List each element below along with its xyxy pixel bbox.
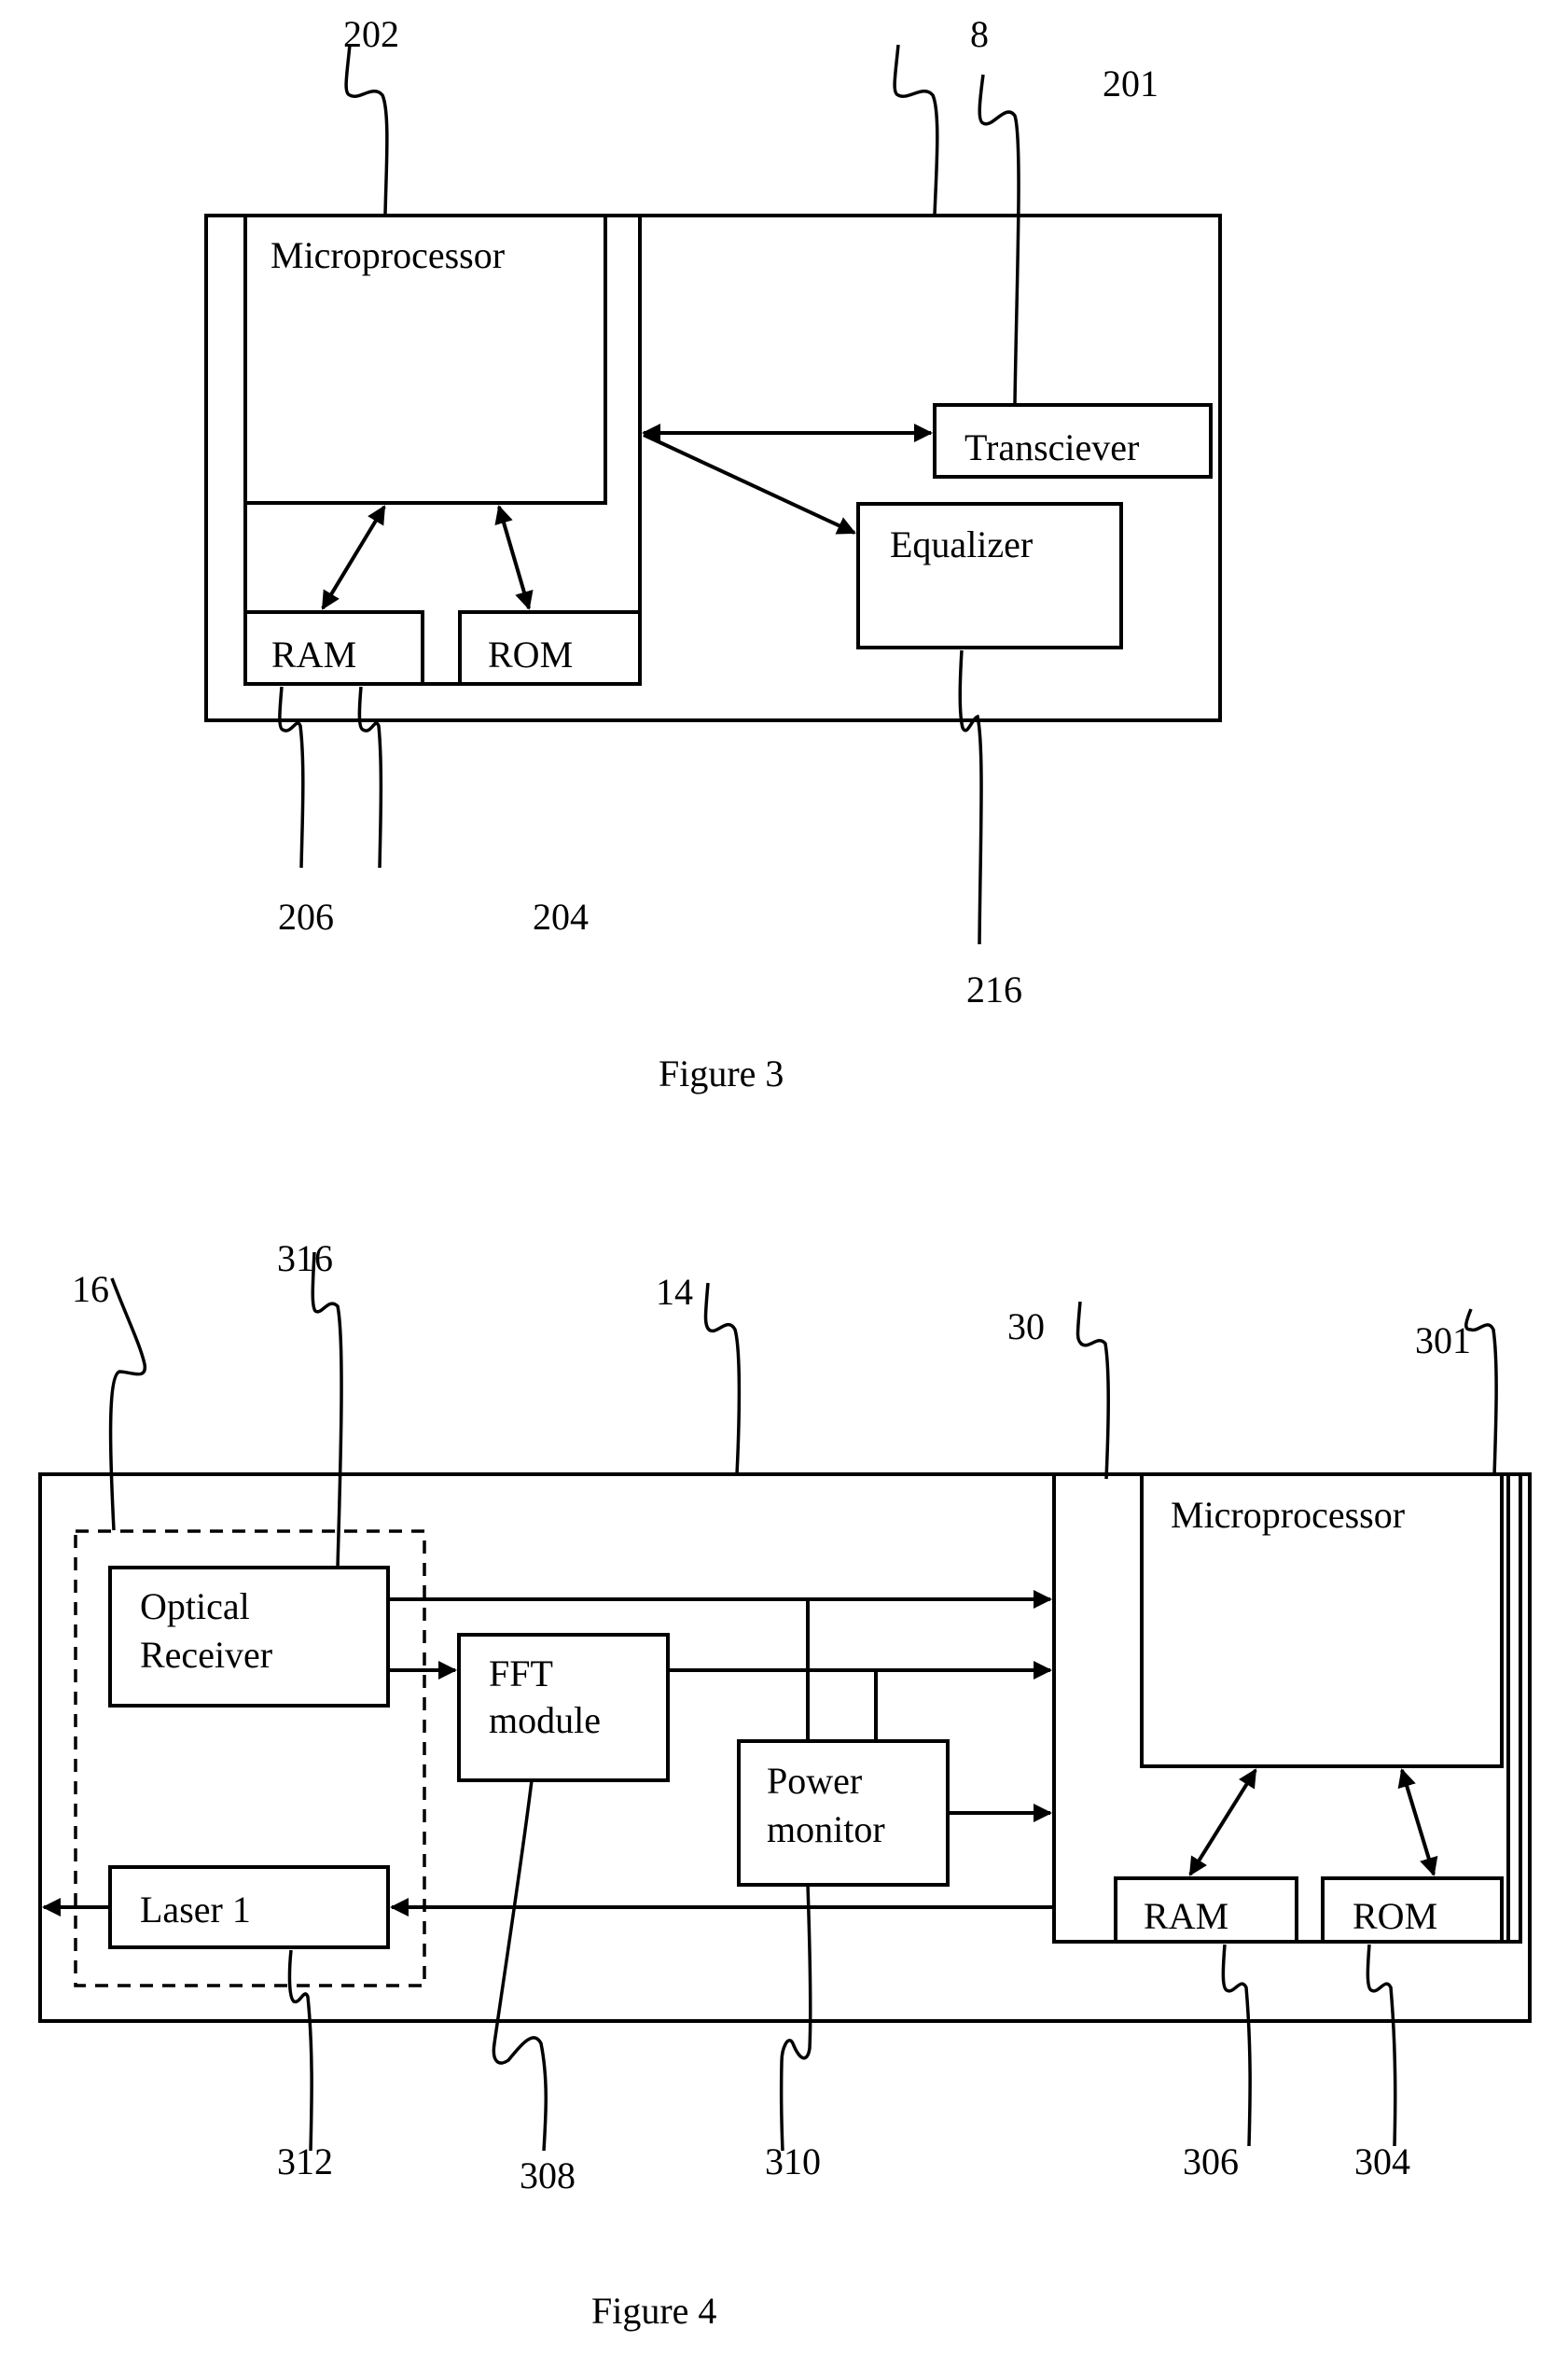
figure-4-caption: Figure 4 [591,2290,716,2332]
leader-14 [703,1282,742,1475]
leader-310 [779,1884,812,2152]
leader-306 [1221,1944,1252,2147]
figure-3: Microprocessor RAM ROM Transciever Equal… [204,13,1222,1094]
power-label-2: monitor [767,1808,885,1850]
ram-microprocessor-arrow [321,505,386,610]
ref-301: 301 [1415,1319,1471,1361]
device-14-outline [38,1472,1532,2023]
ref-201: 201 [1103,63,1159,105]
optical-receiver-label-2: Receiver [140,1634,272,1676]
leader-204 [357,686,383,869]
leader-216 [958,649,983,945]
fft-label-1: FFT [489,1652,553,1694]
rom-label: ROM [488,634,573,676]
ref-306: 306 [1183,2140,1239,2182]
leader-8 [893,44,939,216]
rom-label-4: ROM [1353,1895,1437,1937]
ref-310: 310 [765,2140,821,2182]
rom-microprocessor-arrow [494,505,534,610]
rom-microprocessor-arrow-4 [1397,1768,1438,1876]
leader-312 [287,1949,313,2152]
laser-label: Laser 1 [140,1889,251,1931]
controller-equalizer-arrow [643,433,856,535]
leader-201 [978,74,1020,404]
fft-label-2: module [489,1699,601,1741]
power-label-1: Power [767,1760,862,1802]
ref-204: 204 [533,896,589,938]
microprocessor-label: Microprocessor [271,234,505,276]
leader-206 [278,686,305,869]
leader-308 [492,1779,548,2152]
controller-30-outline [1052,1472,1522,1944]
equalizer-label: Equalizer [890,523,1033,565]
ram-microprocessor-arrow-4 [1188,1768,1257,1876]
optical-receiver-label-1: Optical [140,1585,250,1627]
patent-drawing: Microprocessor RAM ROM Transciever Equal… [38,13,1532,2332]
ref-312: 312 [277,2140,333,2182]
ref-308: 308 [520,2154,576,2196]
ref-304: 304 [1354,2140,1410,2182]
ref-14: 14 [656,1271,693,1313]
ref-16: 16 [72,1268,109,1310]
leader-16 [108,1277,146,1531]
transceiver-label: Transciever [964,426,1139,468]
microprocessor-label-4: Microprocessor [1171,1494,1405,1536]
leader-202 [344,44,389,216]
leader-30 [1075,1301,1110,1480]
ref-8: 8 [970,13,989,55]
ref-30: 30 [1007,1305,1045,1347]
figure-3-caption: Figure 3 [659,1053,784,1094]
ram-label: RAM [271,634,356,676]
ref-316: 316 [277,1237,333,1279]
ref-202: 202 [343,13,399,55]
leader-316 [311,1251,343,1568]
figure-4: Optical Receiver FFT module Power monito… [38,1237,1532,2332]
ref-206: 206 [278,896,334,938]
leader-304 [1366,1944,1397,2147]
ref-216: 216 [966,969,1022,1011]
ram-label-4: RAM [1144,1895,1228,1937]
